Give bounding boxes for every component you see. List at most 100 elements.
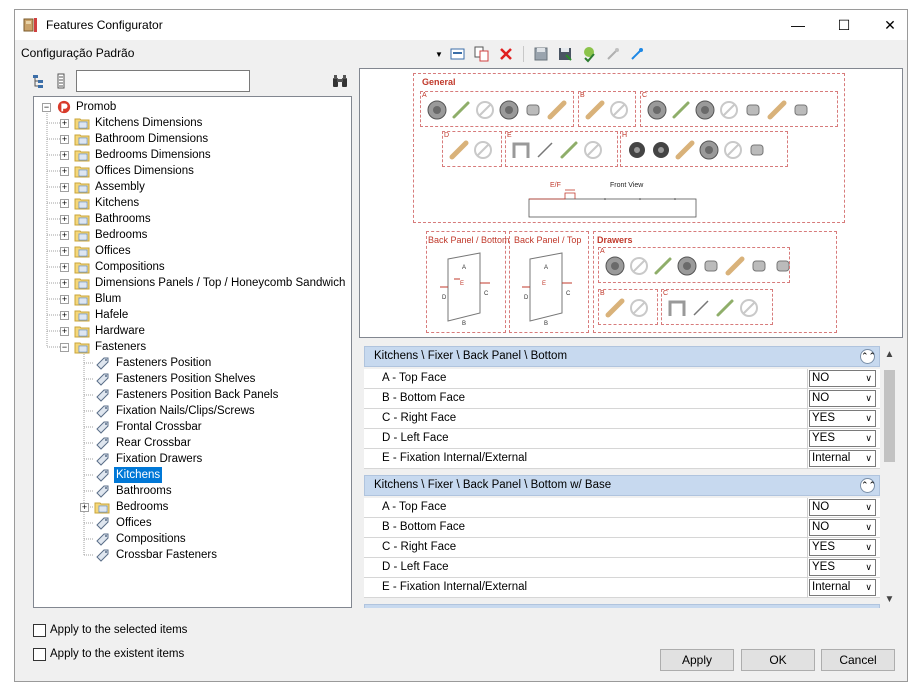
property-grid-scrollbar[interactable]: ▲ ▼ (881, 346, 898, 608)
expand-toggle[interactable]: + (60, 215, 69, 224)
property-group-header-partial[interactable] (364, 604, 880, 608)
tree-item-category[interactable]: + Bathroom Dimensions (34, 131, 351, 147)
collapse-group-icon[interactable]: ⌃⌃ (860, 349, 876, 364)
tree-item-category[interactable]: + Dimensions Panels / Top / Honeycomb Sa… (34, 275, 351, 291)
tree-item-category[interactable]: + Bathrooms (34, 211, 351, 227)
expand-toggle[interactable]: + (60, 327, 69, 336)
apply-existent-option[interactable]: Apply to the existent items (33, 646, 184, 662)
scroll-thumb[interactable] (884, 370, 895, 462)
tree-item-category[interactable]: + Blum (34, 291, 351, 307)
svg-text:A: A (462, 265, 466, 271)
tree-item-fastener[interactable]: Offices (34, 515, 351, 531)
save-as-icon[interactable] (556, 45, 574, 63)
tree-item-selected[interactable]: Kitchens (34, 467, 351, 483)
binoculars-icon[interactable] (332, 73, 348, 89)
property-group-header[interactable]: Kitchens \ Fixer \ Back Panel \ Bottom ⌃… (364, 346, 880, 367)
tree-expand-icon[interactable] (56, 73, 66, 89)
tree-item-fastener[interactable]: Frontal Crossbar (34, 419, 351, 435)
insert-icon[interactable] (449, 45, 467, 63)
apply-button[interactable]: Apply (660, 649, 734, 671)
property-value-select[interactable]: NO ∨ (809, 370, 876, 387)
delete-icon[interactable] (497, 45, 515, 63)
property-value-select[interactable]: NO ∨ (809, 390, 876, 407)
tree-item-fastener[interactable]: Fasteners Position Back Panels (34, 387, 351, 403)
unlink-icon[interactable] (628, 45, 646, 63)
chevron-down-icon: ∨ (865, 522, 872, 532)
apply-existent-checkbox[interactable] (33, 647, 46, 661)
apply-selected-checkbox[interactable] (33, 623, 46, 637)
tree-item-fastener[interactable]: Fixation Drawers (34, 451, 351, 467)
property-value-select[interactable]: Internal ∨ (809, 579, 876, 596)
tree-item-fastener[interactable]: Crossbar Fasteners (34, 547, 351, 563)
letter-a: A (422, 92, 427, 99)
expand-toggle[interactable]: + (60, 135, 69, 144)
ok-button[interactable]: OK (741, 649, 815, 671)
expand-toggle[interactable]: + (60, 183, 69, 192)
expand-toggle[interactable]: + (60, 279, 69, 288)
collapse-toggle[interactable]: − (42, 103, 51, 112)
collapse-toggle[interactable]: − (60, 343, 69, 352)
tree-search-input[interactable] (76, 70, 250, 92)
link-icon[interactable] (604, 45, 622, 63)
expand-toggle[interactable]: + (60, 263, 69, 272)
tree-item-category[interactable]: + Bedrooms (34, 227, 351, 243)
expand-toggle[interactable]: + (80, 503, 89, 512)
minimize-button[interactable]: — (775, 10, 821, 40)
expand-toggle[interactable]: + (60, 295, 69, 304)
tree-root[interactable]: − Promob (34, 99, 351, 115)
dropdown-arrow-icon[interactable]: ▼ (435, 45, 443, 63)
property-value-select[interactable]: NO ∨ (809, 519, 876, 536)
property-value-select[interactable]: YES ∨ (809, 539, 876, 556)
tree-item-category[interactable]: + Kitchens (34, 195, 351, 211)
tree-filter-icon[interactable] (32, 73, 48, 89)
copy-icon[interactable] (473, 45, 491, 63)
property-value-select[interactable]: NO ∨ (809, 499, 876, 516)
svg-text:A: A (544, 265, 548, 271)
tree-item-category[interactable]: + Offices Dimensions (34, 163, 351, 179)
tree-item-fastener[interactable]: + Bedrooms (34, 499, 351, 515)
expand-toggle[interactable]: + (60, 151, 69, 160)
property-grid[interactable]: Kitchens \ Fixer \ Back Panel \ Bottom ⌃… (364, 346, 880, 608)
property-value-select[interactable]: YES ∨ (809, 410, 876, 427)
expand-toggle[interactable]: + (60, 119, 69, 128)
property-value-select[interactable]: YES ∨ (809, 430, 876, 447)
check-icon[interactable] (580, 45, 598, 63)
tree-item-fastener[interactable]: Fasteners Position Shelves (34, 371, 351, 387)
feature-tree[interactable]: − Promob + Kitchens Dimensions + Bathroom … (33, 96, 352, 608)
property-group-header[interactable]: Kitchens \ Fixer \ Back Panel \ Bottom w… (364, 475, 880, 496)
property-value: YES (812, 541, 836, 553)
tree-item-fastener[interactable]: Fasteners Position (34, 355, 351, 371)
expand-toggle[interactable]: + (60, 199, 69, 208)
apply-selected-option[interactable]: Apply to the selected items (33, 622, 187, 638)
tree-item-fastener[interactable]: Rear Crossbar (34, 435, 351, 451)
tree-item-category[interactable]: + Bedrooms Dimensions (34, 147, 351, 163)
property-value-select[interactable]: Internal ∨ (809, 450, 876, 467)
tree-item-category[interactable]: + Offices (34, 243, 351, 259)
scroll-up-icon[interactable]: ▲ (881, 346, 898, 363)
expand-toggle[interactable]: + (60, 231, 69, 240)
features-configurator-window: Features Configurator — ☐ ✕ Configuração… (14, 9, 908, 682)
cancel-button[interactable]: Cancel (821, 649, 895, 671)
tree-item-category[interactable]: + Assembly (34, 179, 351, 195)
drawer-letter-a: A (600, 248, 605, 255)
property-value-select[interactable]: YES ∨ (809, 559, 876, 576)
close-button[interactable]: ✕ (867, 10, 913, 40)
chevron-down-icon: ∨ (865, 393, 872, 403)
tree-item-category[interactable]: + Compositions (34, 259, 351, 275)
column-divider (807, 558, 808, 578)
hardware-no-icon (474, 99, 496, 124)
tree-item-category[interactable]: + Hardware (34, 323, 351, 339)
scroll-down-icon[interactable]: ▼ (881, 591, 898, 608)
save-icon[interactable] (532, 45, 550, 63)
tree-item-fastener[interactable]: Compositions (34, 531, 351, 547)
tree-item-category[interactable]: − Fasteners (34, 339, 351, 355)
expand-toggle[interactable]: + (60, 311, 69, 320)
maximize-button[interactable]: ☐ (821, 10, 867, 40)
tree-item-fastener[interactable]: Bathrooms (34, 483, 351, 499)
expand-toggle[interactable]: + (60, 247, 69, 256)
expand-toggle[interactable]: + (60, 167, 69, 176)
tree-item-category[interactable]: + Hafele (34, 307, 351, 323)
collapse-group-icon[interactable]: ⌃⌃ (860, 478, 876, 493)
tree-item-fastener[interactable]: Fixation Nails/Clips/Screws (34, 403, 351, 419)
tree-item-category[interactable]: + Kitchens Dimensions (34, 115, 351, 131)
